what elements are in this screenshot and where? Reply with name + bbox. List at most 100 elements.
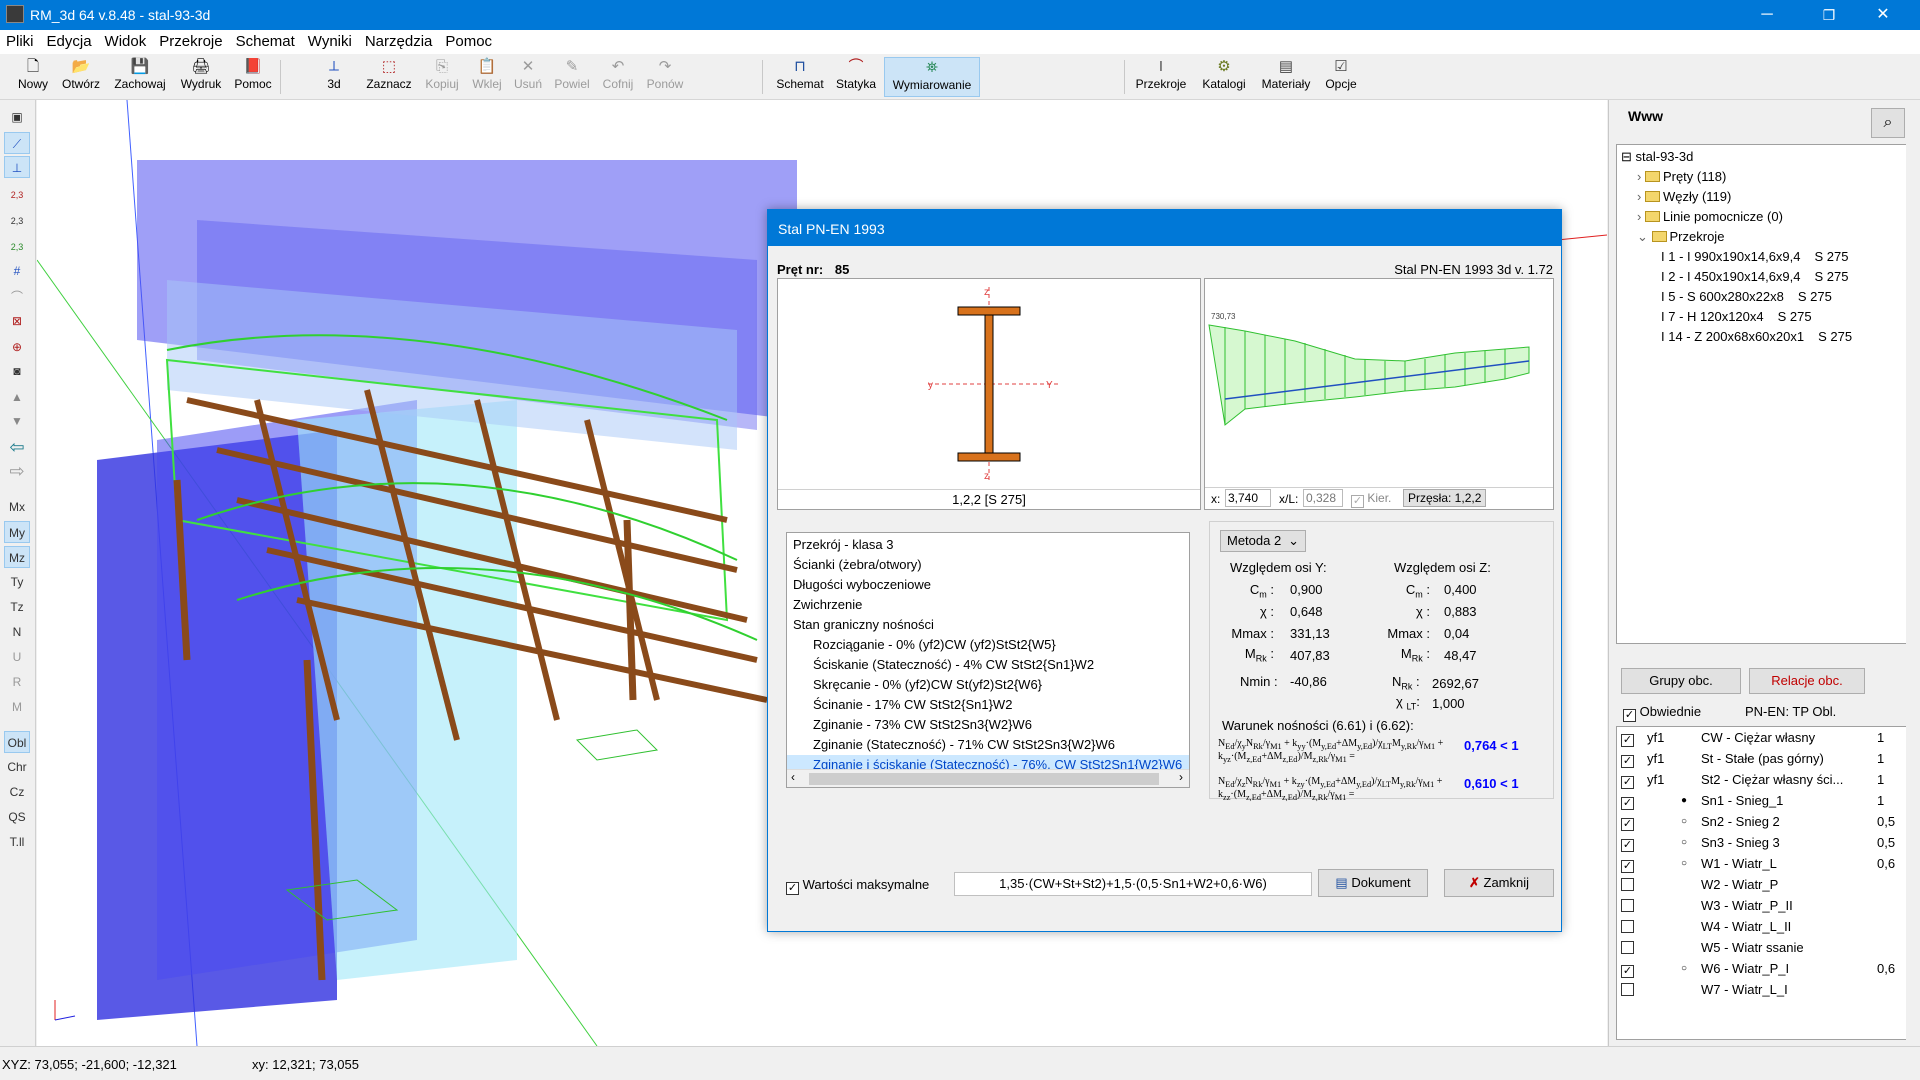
- grid-icon[interactable]: #: [4, 260, 30, 282]
- load-relations-button[interactable]: Relacje obc.: [1749, 668, 1865, 694]
- check-item[interactable]: Zginanie (Stateczność) - 71% CW StSt2Sn3…: [787, 735, 1189, 755]
- load-checkbox[interactable]: [1621, 941, 1634, 954]
- support-icon[interactable]: ⊥: [4, 156, 30, 178]
- left-tool-chr[interactable]: Chr: [4, 756, 30, 778]
- load-checkbox[interactable]: ✓: [1621, 796, 1634, 810]
- menu-edycja[interactable]: Edycja: [41, 30, 99, 50]
- load-checkbox[interactable]: ✓: [1621, 859, 1634, 873]
- tree-node[interactable]: Ι 14 - Z 200x68x60x20x1 S 275: [1621, 327, 1913, 347]
- bar-numbers-icon[interactable]: 2,3: [4, 210, 30, 232]
- restore-button[interactable]: ❐: [1806, 0, 1852, 30]
- select-button[interactable]: ⬚ Zaznacz: [364, 57, 414, 97]
- horizontal-scrollbar[interactable]: ‹ ›: [787, 769, 1189, 787]
- dialog-close-button[interactable]: ✗ Zamknij: [1444, 869, 1554, 897]
- help-button[interactable]: 📕 Pomoc: [230, 57, 276, 97]
- statyka-button[interactable]: ⌒ Statyka: [832, 57, 880, 97]
- menu-przekroje[interactable]: Przekroje: [153, 30, 229, 50]
- check-item[interactable]: Rozciąganie - 0% (yf2)CW (yf2)StSt2{W5}: [787, 635, 1189, 655]
- window-scrollbar[interactable]: [1906, 100, 1920, 1046]
- check-item[interactable]: Ścinanie - 17% CW StSt2{Sn1}W2: [787, 695, 1189, 715]
- menu-narzędzia[interactable]: Narzędzia: [359, 30, 440, 50]
- load-groups-button[interactable]: Grupy obc.: [1621, 668, 1741, 694]
- paste-button[interactable]: 📋 Wklej: [468, 57, 506, 97]
- check-item[interactable]: Długości wyboczeniowe: [787, 575, 1189, 595]
- load-row[interactable]: W4 - Wiatr_L_II: [1617, 916, 1895, 937]
- method-select[interactable]: Metoda 2 ⌄: [1220, 530, 1306, 552]
- save-button[interactable]: 💾 Zachowaj: [110, 57, 170, 97]
- tree-node[interactable]: › Pręty (118): [1621, 167, 1913, 187]
- new-button[interactable]: 🗋 Nowy: [12, 57, 54, 97]
- expand-closed-icon[interactable]: ›: [1637, 189, 1645, 204]
- document-button[interactable]: ▤ Dokument: [1318, 869, 1428, 897]
- duplicate-button[interactable]: ✎ Powiel: [550, 57, 594, 97]
- arrow-up-icon[interactable]: ▲: [4, 386, 30, 408]
- close-window-button[interactable]: ✕: [1860, 0, 1906, 30]
- x-input[interactable]: [1225, 489, 1271, 507]
- load-row[interactable]: W3 - Wiatr_P_II: [1617, 895, 1895, 916]
- left-tool-cz[interactable]: Cz: [4, 781, 30, 803]
- load-checkbox[interactable]: [1621, 899, 1634, 912]
- check-item[interactable]: Zginanie - 73% CW StSt2Sn3{W2}W6: [787, 715, 1189, 735]
- load-checkbox[interactable]: ✓: [1621, 817, 1634, 831]
- target-icon[interactable]: ⊕: [4, 336, 30, 358]
- load-checkbox[interactable]: ✓: [1621, 754, 1634, 768]
- menu-schemat[interactable]: Schemat: [230, 30, 302, 50]
- arch-icon[interactable]: ⌒: [4, 286, 30, 308]
- arrow-left-icon[interactable]: ⇦: [4, 436, 30, 458]
- tree-node[interactable]: › Linie pomocnicze (0): [1621, 207, 1913, 227]
- spans-button[interactable]: Przęsła: 1,2,2: [1403, 489, 1487, 507]
- menu-widok[interactable]: Widok: [99, 30, 154, 50]
- check-item[interactable]: Stan graniczny nośności: [787, 615, 1189, 635]
- opcje-button[interactable]: ☑ Opcje: [1320, 57, 1362, 97]
- load-row[interactable]: ✓ ○ W6 - Wiatr_P_I 0,6: [1617, 958, 1895, 979]
- schemat-button[interactable]: ⊓ Schemat: [772, 57, 828, 97]
- left-tool-r[interactable]: R: [4, 671, 30, 693]
- expand-closed-icon[interactable]: ›: [1637, 209, 1645, 224]
- menu-pomoc[interactable]: Pomoc: [439, 30, 499, 50]
- expand-open-icon[interactable]: ⌄: [1637, 229, 1652, 244]
- load-checkbox[interactable]: ✓: [1621, 964, 1634, 978]
- load-checkbox[interactable]: [1621, 920, 1634, 933]
- load-row[interactable]: ✓ ● Sn1 - Snieg_1 1: [1617, 790, 1895, 811]
- camera-icon[interactable]: ◙: [4, 360, 30, 382]
- checks-list[interactable]: Przekrój - klasa 3 Ścianki (żebra/otwory)…: [786, 532, 1190, 788]
- open-button[interactable]: 📂 Otwórz: [58, 57, 104, 97]
- katalogi-button[interactable]: ⚙ Katalogi: [1196, 57, 1252, 97]
- load-row[interactable]: W2 - Wiatr_P: [1617, 874, 1895, 895]
- tree-node[interactable]: Ι 1 - I 990x190x14,6x9,4 S 275: [1621, 247, 1913, 267]
- max-values-checkbox[interactable]: ✓: [786, 882, 799, 895]
- left-tool-ty[interactable]: Ty: [4, 571, 30, 593]
- load-checkbox[interactable]: ✓: [1621, 838, 1634, 852]
- tree-node[interactable]: › Węzły (119): [1621, 187, 1913, 207]
- redo-button[interactable]: ↷ Ponów: [642, 57, 688, 97]
- node-numbers-icon[interactable]: 2,3: [4, 184, 30, 206]
- copy-button[interactable]: ⎘ Kopiuj: [420, 57, 464, 97]
- load-row[interactable]: ✓ ○ Sn2 - Snieg 2 0,5: [1617, 811, 1895, 832]
- loads-list[interactable]: ✓ yf1 CW - Ciężar własny 1 ✓ yf1 St - Stałe (p…: [1616, 726, 1914, 1040]
- arrow-right-icon[interactable]: ⇨: [4, 460, 30, 482]
- wymiarowanie-button[interactable]: ⛯ Wymiarowanie: [884, 57, 980, 97]
- left-tool-my[interactable]: My: [4, 521, 30, 543]
- load-checkbox[interactable]: [1621, 983, 1634, 996]
- check-item[interactable]: Skręcanie - 0% (yf2)CW St(yf2)St2{W6}: [787, 675, 1189, 695]
- tree-node[interactable]: ⌄ Przekroje: [1621, 227, 1913, 247]
- left-tool-mx[interactable]: Mx: [4, 496, 30, 518]
- tree-node[interactable]: ⊟ stal-93-3d: [1621, 147, 1913, 167]
- load-row[interactable]: ✓ ○ W1 - Wiatr_L 0,6: [1617, 853, 1895, 874]
- envelope-checkbox[interactable]: ✓: [1623, 709, 1636, 722]
- scroll-right-icon[interactable]: ›: [1179, 770, 1183, 784]
- load-row[interactable]: ✓ yf1 St2 - Ciężar własny ści... 1: [1617, 769, 1895, 790]
- scroll-thumb[interactable]: [809, 773, 1159, 785]
- check-item[interactable]: Zwichrzenie: [787, 595, 1189, 615]
- tree-node[interactable]: Ι 2 - I 450x190x14,6x9,4 S 275: [1621, 267, 1913, 287]
- view-options-icon[interactable]: ▣: [4, 106, 30, 128]
- delete-button[interactable]: ✕ Usuń: [510, 57, 546, 97]
- left-tool-tz[interactable]: Tz: [4, 596, 30, 618]
- left-tool-obl[interactable]: Obl: [4, 731, 30, 753]
- tree-node[interactable]: Ι 7 - H 120x120x4 S 275: [1621, 307, 1913, 327]
- view-3d-button[interactable]: ⟂ 3d: [316, 57, 352, 97]
- search-button[interactable]: ⌕: [1871, 108, 1905, 138]
- materialy-button[interactable]: ▤ Materiały: [1256, 57, 1316, 97]
- check-item[interactable]: Przekrój - klasa 3: [787, 535, 1189, 555]
- menu-pliki[interactable]: Pliki: [0, 30, 41, 50]
